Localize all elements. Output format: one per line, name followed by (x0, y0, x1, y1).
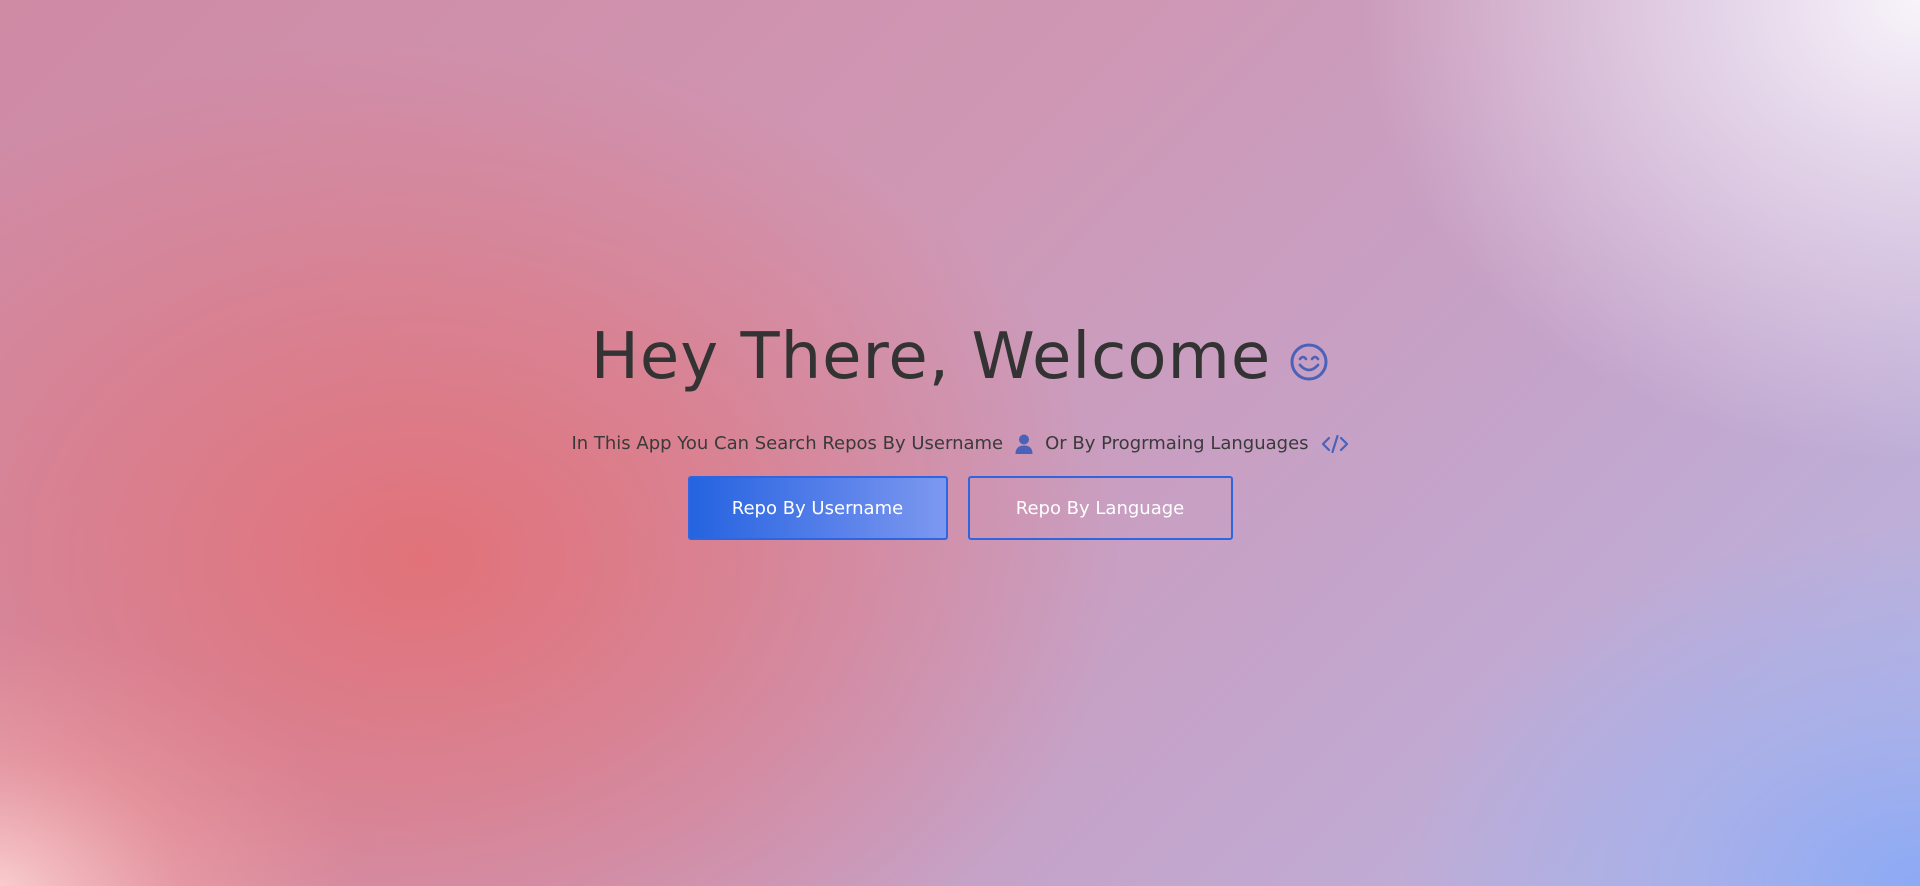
code-icon (1321, 434, 1349, 454)
subtitle-text-languages: Or By Progrmaing Languages (1045, 433, 1309, 454)
hero-section: Hey There, Welcome In This App You Can S… (0, 325, 1920, 540)
repo-by-username-button[interactable]: Repo By Username (687, 476, 948, 540)
subtitle-text-username: In This App You Can Search Repos By User… (571, 433, 1004, 454)
action-buttons: Repo By Username Repo By Language (687, 476, 1233, 540)
subtitle: In This App You Can Search Repos By User… (571, 433, 1348, 454)
smile-icon (1289, 342, 1329, 382)
title-row: Hey There, Welcome (591, 325, 1329, 389)
repo-by-language-button[interactable]: Repo By Language (967, 476, 1233, 540)
user-icon (1015, 434, 1033, 454)
page-title: Hey There, Welcome (590, 320, 1272, 394)
